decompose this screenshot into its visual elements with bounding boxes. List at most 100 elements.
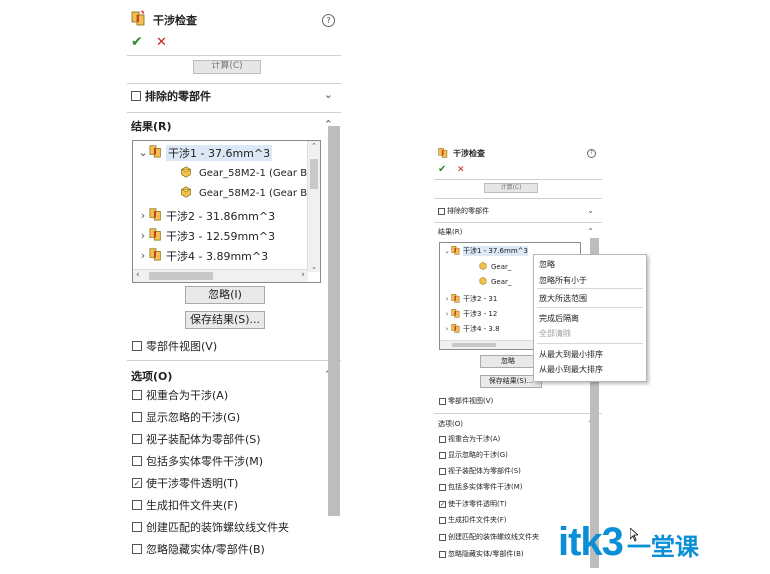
calculate-button[interactable]: 计算(C) — [484, 183, 538, 193]
option-item[interactable]: 视重合为干涉(A) — [439, 434, 500, 444]
vertical-scrollbar[interactable]: ⌃ ⌄ — [307, 141, 320, 272]
chevron-right-icon[interactable]: › — [443, 310, 451, 318]
component-view-checkbox[interactable] — [439, 397, 446, 405]
tree-row[interactable]: Gear_ — [478, 261, 511, 273]
option-checkbox[interactable] — [439, 483, 446, 491]
tree-row[interactable]: ⌄ 干涉1 - 37.6mm^3 — [443, 245, 528, 257]
scroll-down-icon[interactable]: ⌄ — [308, 263, 320, 271]
chevron-down-icon[interactable]: ⌄ — [443, 247, 451, 255]
component-view-option[interactable]: 零部件视图(V) — [132, 338, 217, 354]
horizontal-scrollbar[interactable]: ‹ › — [133, 269, 308, 282]
option-checkbox[interactable] — [439, 467, 446, 475]
option-item[interactable]: 视子装配体为零部件(S) — [132, 431, 261, 447]
option-checkbox[interactable] — [132, 500, 142, 510]
option-checkbox[interactable] — [132, 434, 142, 444]
option-checkbox[interactable] — [132, 456, 142, 466]
panel-scrollbar[interactable] — [328, 126, 340, 516]
option-checkbox-checked[interactable]: ✓ — [439, 500, 446, 508]
help-icon[interactable]: ? — [322, 14, 335, 27]
tree-row[interactable]: › 干涉3 - 12 — [443, 308, 497, 320]
excluded-components-section[interactable]: 排除的零部件 — [438, 206, 598, 216]
menu-item-sort-asc[interactable]: 从最小到最大排序 — [539, 364, 603, 375]
chevron-up-icon[interactable]: ⌃ — [587, 227, 594, 236]
option-checkbox[interactable] — [132, 522, 142, 532]
scroll-right-icon[interactable]: › — [301, 270, 305, 281]
options-section-header[interactable]: 选项(O) — [438, 419, 598, 429]
option-checkbox[interactable] — [439, 435, 446, 443]
options-section-header[interactable]: 选项(O) — [131, 368, 337, 384]
component-view-label: 零部件视图(V) — [448, 397, 494, 405]
scrollbar-thumb[interactable] — [149, 272, 213, 280]
component-view-checkbox[interactable] — [132, 341, 142, 351]
calculate-button[interactable]: 计算(C) — [193, 60, 261, 74]
chevron-right-icon[interactable]: › — [137, 229, 149, 242]
tree-row[interactable]: Gear_ — [478, 276, 511, 288]
menu-item-zoom-selection[interactable]: 放大所选范围 — [539, 293, 587, 304]
tree-row[interactable]: › 干涉4 - 3.8 — [443, 323, 500, 335]
chevron-right-icon[interactable]: › — [137, 209, 149, 222]
interference-icon — [149, 247, 163, 264]
option-item[interactable]: 忽略隐藏实体/零部件(B) — [439, 549, 524, 559]
chevron-right-icon[interactable]: › — [443, 325, 451, 333]
menu-item-ignore[interactable]: 忽略 — [539, 259, 555, 270]
chevron-down-icon[interactable]: ⌄ — [587, 206, 594, 215]
save-results-button[interactable]: 保存结果(S)... — [185, 311, 265, 329]
scroll-left-icon[interactable]: ‹ — [136, 270, 140, 281]
scrollbar-thumb[interactable] — [310, 159, 318, 189]
menu-item-isolate[interactable]: 完成后隔离 — [539, 313, 579, 324]
excluded-checkbox[interactable] — [438, 207, 445, 215]
option-item[interactable]: ✓ 使干涉零件透明(T) — [439, 499, 507, 509]
option-item[interactable]: ✓ 使干涉零件透明(T) — [132, 475, 238, 491]
results-section-header[interactable]: 结果(R) — [131, 118, 337, 134]
excluded-checkbox[interactable] — [131, 91, 141, 101]
option-item[interactable]: 包括多实体零件干涉(M) — [132, 453, 263, 469]
menu-item-sort-desc[interactable]: 从最大到最小排序 — [539, 349, 603, 360]
option-item[interactable]: 创建匹配的装饰螺纹线文件夹 — [439, 532, 539, 542]
option-checkbox[interactable] — [439, 550, 446, 558]
ok-button[interactable]: ✔ — [438, 164, 446, 175]
option-item[interactable]: 生成扣件文件夹(F) — [132, 497, 238, 513]
help-icon[interactable]: ? — [587, 149, 596, 158]
ignore-button[interactable]: 忽略 — [480, 355, 536, 368]
ignore-button[interactable]: 忽略(I) — [185, 286, 265, 304]
results-section-header[interactable]: 结果(R) — [438, 227, 598, 237]
option-item[interactable]: 视重合为干涉(A) — [132, 387, 228, 403]
cancel-button[interactable]: ✕ — [457, 165, 465, 175]
tree-row[interactable]: Gear_58M2-1 (Gear Bl — [179, 185, 310, 202]
option-checkbox[interactable] — [132, 412, 142, 422]
cancel-button[interactable]: ✕ — [156, 35, 167, 50]
option-checkbox[interactable] — [132, 544, 142, 554]
tree-row[interactable]: › 干涉3 - 12.59mm^3 — [137, 227, 275, 244]
results-tree[interactable]: ⌄ 干涉1 - 37.6mm^3 Gear_58M2-1 (Gear Bl Ge… — [132, 140, 321, 283]
tree-row[interactable]: Gear_58M2-1 (Gear Bl — [179, 165, 310, 182]
option-checkbox[interactable] — [439, 516, 446, 524]
scrollbar-thumb[interactable] — [452, 343, 496, 347]
option-label: 视子装配体为零部件(S) — [146, 433, 261, 446]
chevron-down-icon[interactable]: ⌄ — [137, 146, 149, 159]
option-item[interactable]: 忽略隐藏实体/零部件(B) — [132, 541, 265, 557]
tree-row[interactable]: ⌄ 干涉1 - 37.6mm^3 — [137, 144, 273, 161]
option-checkbox-checked[interactable]: ✓ — [132, 478, 142, 488]
option-item[interactable]: 显示忽略的干涉(G) — [132, 409, 240, 425]
chevron-right-icon[interactable]: › — [443, 295, 451, 303]
chevron-down-icon[interactable]: ⌄ — [324, 88, 333, 101]
chevron-right-icon[interactable]: › — [137, 249, 149, 262]
scroll-up-icon[interactable]: ⌃ — [308, 142, 320, 150]
component-view-option[interactable]: 零部件视图(V) — [439, 396, 493, 406]
tree-row[interactable]: › 干涉2 - 31.86mm^3 — [137, 207, 275, 224]
option-item[interactable]: 包括多实体零件干涉(M) — [439, 482, 523, 492]
excluded-components-section[interactable]: 排除的零部件 — [131, 88, 337, 104]
option-item[interactable]: 生成扣件文件夹(F) — [439, 515, 507, 525]
option-label: 使干涉零件透明(T) — [448, 500, 507, 508]
tree-row[interactable]: › 干涉4 - 3.89mm^3 — [137, 247, 268, 264]
option-item[interactable]: 创建匹配的装饰螺纹线文件夹 — [132, 519, 289, 535]
option-checkbox[interactable] — [439, 451, 446, 459]
menu-item-ignore-smaller[interactable]: 忽略所有小于 — [539, 275, 587, 286]
option-checkbox[interactable] — [439, 533, 446, 541]
ok-button[interactable]: ✔ — [131, 34, 143, 50]
tree-row[interactable]: › 干涉2 - 31 — [443, 293, 497, 305]
option-item[interactable]: 显示忽略的干涉(G) — [439, 450, 508, 460]
option-checkbox[interactable] — [132, 390, 142, 400]
option-item[interactable]: 视子装配体为零部件(S) — [439, 466, 521, 476]
divider — [127, 83, 341, 84]
